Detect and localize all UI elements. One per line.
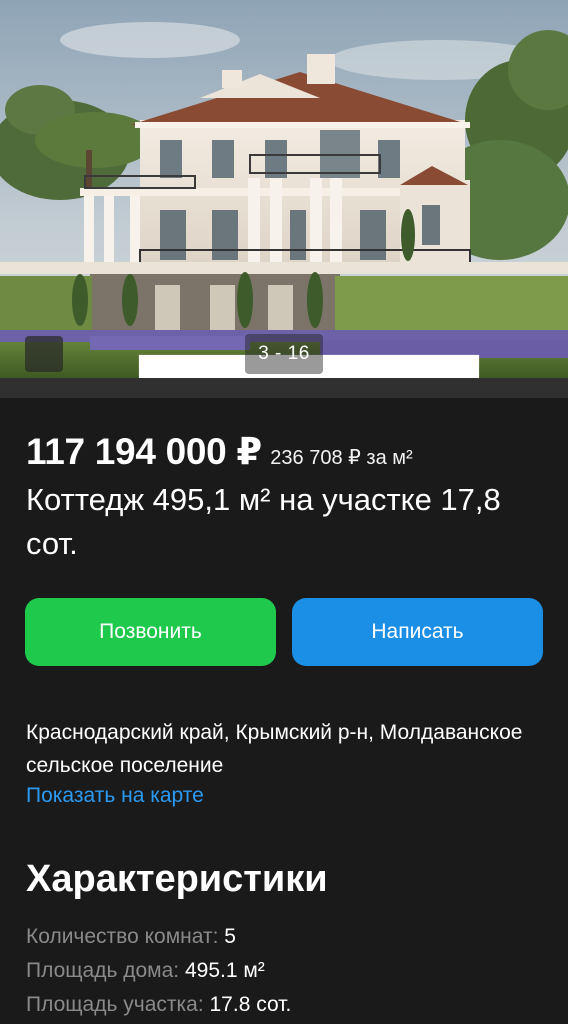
floor-plan-button[interactable] <box>25 336 480 378</box>
photo-divider <box>0 378 568 398</box>
characteristic-value: 5 <box>224 925 236 948</box>
characteristic-label: Площадь участка: <box>26 993 204 1016</box>
characteristics-list: Количество комнат: 5 Площадь дома: 495.1… <box>26 920 291 1022</box>
house-photo-image <box>0 0 568 378</box>
characteristic-rooms: Количество комнат: 5 <box>26 920 291 954</box>
address: Краснодарский край, Крымский р-н, Молдав… <box>26 721 523 777</box>
price-line: 117 194 000 ₽ 236 708 ₽ за м² <box>26 430 413 473</box>
characteristic-house-area: Площадь дома: 495.1 м² <box>26 954 291 988</box>
price-per-meter: 236 708 ₽ за м² <box>270 447 413 469</box>
photo-counter: 3 - 16 <box>245 334 323 374</box>
characteristic-value: 17.8 сот. <box>209 993 292 1016</box>
characteristics-heading: Характеристики <box>26 858 328 900</box>
call-button[interactable]: Позвонить <box>25 598 276 666</box>
characteristic-label: Количество комнат: <box>26 925 219 948</box>
write-button[interactable]: Написать <box>292 598 543 666</box>
characteristic-plot-area: Площадь участка: 17.8 сот. <box>26 988 291 1022</box>
characteristic-label: Площадь дома: <box>26 959 180 982</box>
listing-title: Коттедж 495,1 м² на участке 17,8 сот. <box>26 482 501 561</box>
price: 117 194 000 ₽ <box>26 431 262 472</box>
characteristic-value: 495.1 м² <box>184 959 265 982</box>
listing-photo[interactable]: 3 - 16 <box>0 0 568 378</box>
show-on-map-link[interactable]: Показать на карте <box>26 784 204 808</box>
